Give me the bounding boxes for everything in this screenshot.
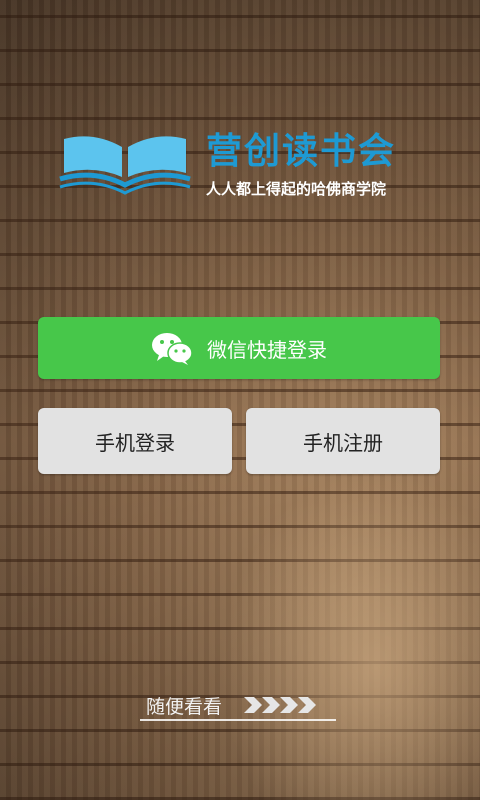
open-book-icon [59, 136, 191, 195]
brand-title: 营创读书会 [206, 131, 397, 172]
browse-underline [140, 719, 336, 721]
chevron-right-icon [244, 697, 317, 713]
phone-login-label: 手机登录 [95, 430, 175, 455]
phone-login-button[interactable]: 手机登录 [38, 408, 232, 474]
phone-register-button[interactable]: 手机注册 [246, 408, 440, 474]
wechat-login-button[interactable]: 微信快捷登录 [38, 317, 440, 379]
browse-label: 随便看看 [146, 695, 223, 718]
wechat-login-label: 微信快捷登录 [207, 337, 327, 362]
phone-register-label: 手机注册 [303, 430, 383, 455]
wechat-icon [152, 333, 193, 365]
library-background [0, 0, 480, 800]
brand-slogan: 人人都上得起的哈佛商学院 [206, 180, 387, 198]
browse-link[interactable]: 随便看看 [140, 690, 336, 720]
